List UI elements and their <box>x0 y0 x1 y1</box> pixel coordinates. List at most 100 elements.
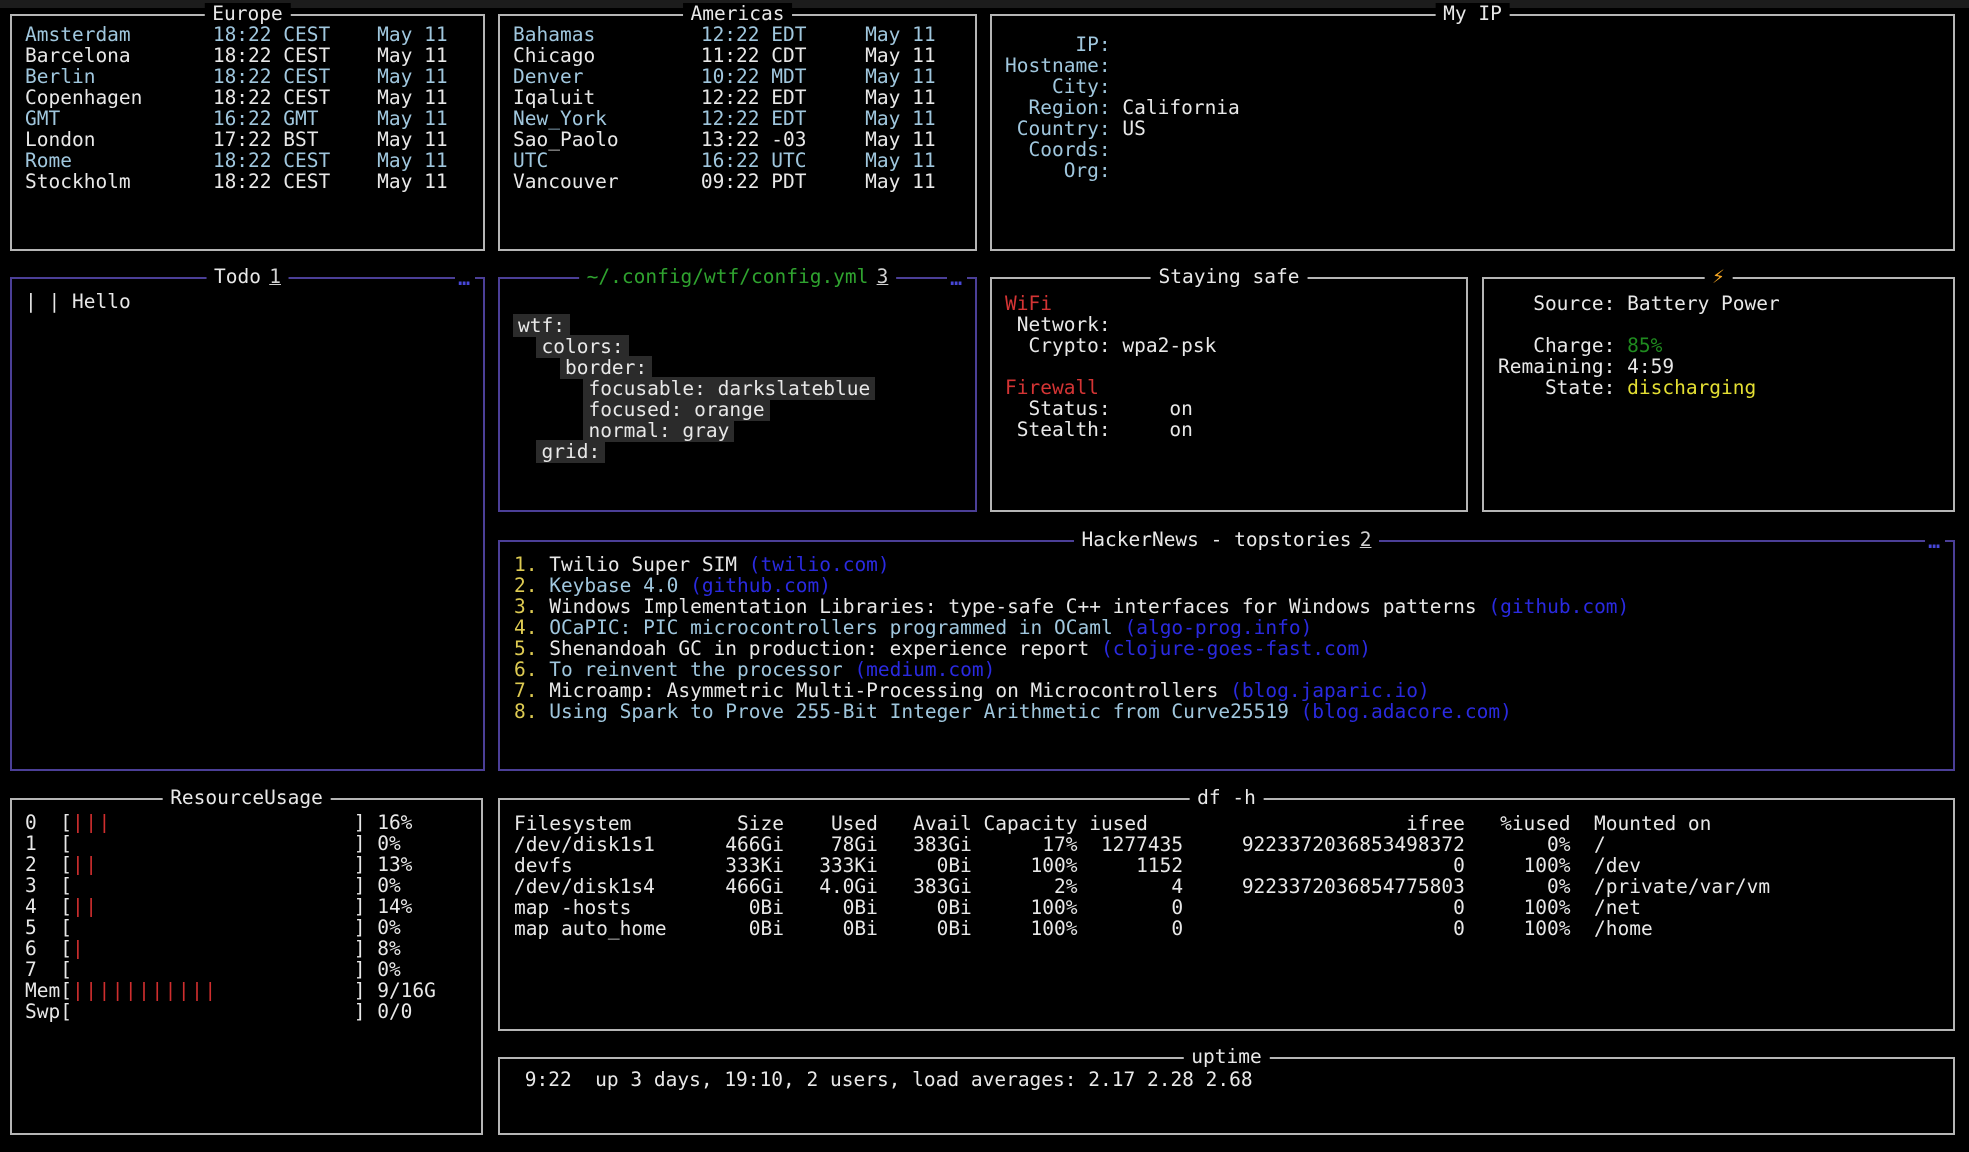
meter-bracket-close: ] <box>354 1000 366 1023</box>
meter-label: Swp <box>25 1001 60 1022</box>
clock-row: UTC16:22 UTCMay 11 <box>513 150 975 171</box>
config-indent <box>513 419 583 442</box>
meter-bracket-open: [ <box>60 811 72 834</box>
meter-value: 14% <box>377 895 412 918</box>
ip-info-label: Hostname: <box>1005 55 1111 76</box>
df-mounted-on: /private/var/vm <box>1571 876 1953 897</box>
hackernews-story[interactable]: 3.Windows Implementation Libraries: type… <box>514 596 1953 617</box>
story-domain-link[interactable]: (algo-prog.info) <box>1124 616 1312 639</box>
hackernews-story[interactable]: 7.Microamp: Asymmetric Multi-Processing … <box>514 680 1953 701</box>
ip-info-row: Country:US <box>1005 118 1953 139</box>
clock-row: Berlin18:22 CESTMay 11 <box>25 66 483 87</box>
story-domain-link[interactable]: (medium.com) <box>854 658 995 681</box>
resource-meter: 5[]0% <box>25 917 481 938</box>
clock-date: May 11 <box>865 171 935 192</box>
blank-line <box>1498 314 1953 335</box>
story-title[interactable]: Shenandoah GC in production: experience … <box>549 637 1089 660</box>
df-piused: 0% <box>1465 834 1571 855</box>
story-title[interactable]: To reinvent the processor <box>549 658 843 681</box>
my-ip-list: IP:Hostname:City:Region:CaliforniaCountr… <box>992 16 1953 249</box>
ip-info-label: Coords: <box>1005 139 1111 160</box>
story-domain-link[interactable]: (blog.japaric.io) <box>1230 679 1430 702</box>
clock-row: New_York12:22 EDTMay 11 <box>513 108 975 129</box>
story-title[interactable]: OCaPIC: PIC microcontrollers programmed … <box>549 616 1113 639</box>
config-line-text: border: <box>560 356 652 379</box>
todo-item[interactable]: | | Hello <box>25 291 483 312</box>
meter-label: Mem <box>25 980 60 1001</box>
ip-info-label: Org: <box>1005 160 1111 181</box>
hackernews-story[interactable]: 8.Using Spark to Prove 255-Bit Integer A… <box>514 701 1953 722</box>
story-title[interactable]: Twilio Super SIM <box>549 553 737 576</box>
hackernews-story[interactable]: 4.OCaPIC: PIC microcontrollers programme… <box>514 617 1953 638</box>
hackernews-story[interactable]: 6.To reinvent the processor(medium.com) <box>514 659 1953 680</box>
story-title[interactable]: Windows Implementation Libraries: type-s… <box>549 595 1476 618</box>
ip-info-label: Region: <box>1005 97 1111 118</box>
hackernews-story[interactable]: 5.Shenandoah GC in production: experienc… <box>514 638 1953 659</box>
americas-clock-list: Bahamas12:22 EDTMay 11Chicago11:22 CDTMa… <box>500 16 975 249</box>
clock-row: Stockholm18:22 CESTMay 11 <box>25 171 483 192</box>
df-data-row: /dev/disk1s4 466Gi 4.0Gi 383Gi 2% 4 9223… <box>514 876 1953 897</box>
story-domain-link[interactable]: (clojure-goes-fast.com) <box>1101 637 1371 660</box>
config-line: border: <box>513 357 975 378</box>
resource-meter: 4[||]14% <box>25 896 481 917</box>
clock-city: Iqaluit <box>513 87 701 108</box>
security-info: WiFi Network: Crypto: wpa2-psk Firewall … <box>992 279 1466 510</box>
df-piused: 100% <box>1465 855 1571 876</box>
meter-label: 6 <box>25 938 60 959</box>
df-avail: 0Bi <box>878 855 972 876</box>
df-header-row: Filesystem Size Used Avail Capacity iuse… <box>514 813 1953 834</box>
hackernews-story[interactable]: 2.Keybase 4.0(github.com) <box>514 575 1953 596</box>
firewall-status-row: Status:on <box>1005 398 1466 419</box>
story-title[interactable]: Using Spark to Prove 255-Bit Integer Ari… <box>549 700 1289 723</box>
df-filesystem: map -hosts <box>514 897 667 918</box>
df-iused: 1152 <box>1077 855 1183 876</box>
wifi-header-text: WiFi <box>1005 292 1052 315</box>
meter-bars: | <box>72 938 354 959</box>
df-capacity: 2% <box>972 876 1078 897</box>
story-title[interactable]: Microamp: Asymmetric Multi-Processing on… <box>549 679 1218 702</box>
hackernews-story[interactable]: 1.Twilio Super SIM(twilio.com) <box>514 554 1953 575</box>
todo-list: | | Hello <box>12 279 483 769</box>
df-used: 78Gi <box>784 834 878 855</box>
meter-label: 0 <box>25 812 60 833</box>
clock-date: May 11 <box>865 24 935 45</box>
ip-info-row: Coords: <box>1005 139 1953 160</box>
meter-bracket-open: [ <box>60 937 72 960</box>
resource-meter: Swp[]0/0 <box>25 1001 481 1022</box>
clock-city: Bahamas <box>513 24 701 45</box>
story-domain-link[interactable]: (github.com) <box>1488 595 1629 618</box>
uptime-info: 9:22 up 3 days, 19:10, 2 users, load ave… <box>500 1059 1953 1133</box>
story-domain-link[interactable]: (blog.adacore.com) <box>1301 700 1512 723</box>
firewall-header-text: Firewall <box>1005 376 1099 399</box>
clock-city: Copenhagen <box>25 87 213 108</box>
clock-date: May 11 <box>377 87 447 108</box>
df-header-piused: %iused <box>1465 813 1571 834</box>
df-mounted-on: /home <box>1571 918 1953 939</box>
clock-time: 16:22 UTC <box>701 150 818 171</box>
ip-info-row: City: <box>1005 76 1953 97</box>
story-title[interactable]: Keybase 4.0 <box>549 574 678 597</box>
meter-label: 2 <box>25 854 60 875</box>
battery-source-value: Battery Power <box>1627 292 1780 315</box>
df-piused: 100% <box>1465 897 1571 918</box>
story-domain-link[interactable]: (github.com) <box>690 574 831 597</box>
ip-info-row: Region:California <box>1005 97 1953 118</box>
panel-hackernews[interactable]: HackerNews - topstories2 … 1.Twilio Supe… <box>498 540 1955 771</box>
clock-city: Chicago <box>513 45 701 66</box>
df-size: 0Bi <box>667 897 784 918</box>
clock-time: 12:22 EDT <box>701 24 818 45</box>
clock-row: Chicago11:22 CDTMay 11 <box>513 45 975 66</box>
df-header-mounted-on: Mounted on <box>1571 813 1953 834</box>
ip-info-label: Country: <box>1005 118 1111 139</box>
df-capacity: 100% <box>972 855 1078 876</box>
firewall-section-header: Firewall <box>1005 377 1466 398</box>
config-line: colors: <box>513 336 975 357</box>
clock-time: 13:22 -03 <box>701 129 818 150</box>
panel-config-yml[interactable]: ~/.config/wtf/config.yml3 … wtf: colors:… <box>498 277 977 512</box>
config-file-view: wtf: colors: border: focusable: darkslat… <box>500 279 975 510</box>
todo-checkbox[interactable]: | | <box>25 290 60 313</box>
story-domain-link[interactable]: (twilio.com) <box>749 553 890 576</box>
battery-source-label: Source: <box>1498 293 1615 314</box>
battery-charge-value: 85% <box>1627 334 1662 357</box>
panel-todo[interactable]: Todo1 … | | Hello <box>10 277 485 771</box>
